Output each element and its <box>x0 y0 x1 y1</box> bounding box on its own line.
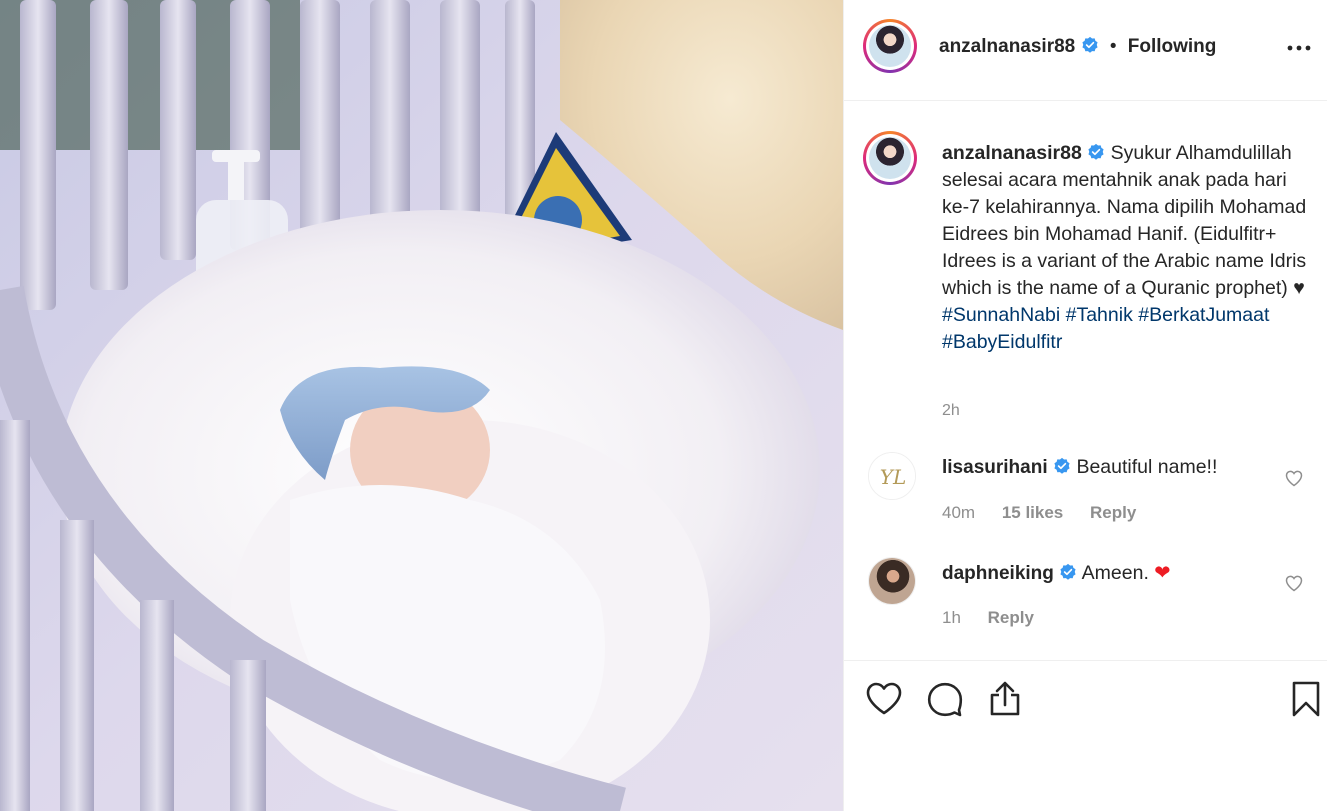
comment-like-heart-icon[interactable] <box>1284 573 1304 593</box>
verified-badge-icon <box>1081 36 1098 53</box>
post-photo[interactable] <box>0 0 843 811</box>
following-button[interactable]: Following <box>1128 36 1217 57</box>
comment-meta: 1h Reply <box>942 608 1056 628</box>
baby-crib-photo <box>0 0 843 811</box>
author-avatar[interactable] <box>863 19 917 73</box>
comment-time[interactable]: 1h <box>942 608 961 627</box>
verified-badge-icon <box>1054 457 1070 474</box>
more-options-icon[interactable] <box>1286 38 1312 58</box>
comment-like-heart-icon[interactable] <box>1284 468 1304 488</box>
comment-text: Beautiful name!! <box>1076 456 1218 478</box>
comment-time[interactable]: 40m <box>942 503 975 522</box>
avatar-photo <box>869 558 915 604</box>
comment-avatar[interactable] <box>868 557 916 605</box>
post-actions-bar <box>844 660 1327 811</box>
caption-heart-emoji: ♥ <box>1293 277 1305 299</box>
yl-logo-avatar: YL <box>869 453 915 499</box>
heart-icon[interactable] <box>864 679 904 719</box>
hashtag-sunnahnabi[interactable]: #SunnahNabi <box>942 304 1060 326</box>
verified-badge-icon <box>1060 563 1076 580</box>
red-heart-emoji: ❤ <box>1154 562 1171 584</box>
header-username-line: anzalnanasir88 • Following <box>939 36 1216 58</box>
header-username[interactable]: anzalnanasir88 <box>939 36 1075 57</box>
caption-text: Syukur Alhamdulillah selesai acara menta… <box>942 142 1307 299</box>
hashtag-babyeidulfitr[interactable]: #BabyEidulfitr <box>942 331 1062 353</box>
bookmark-icon[interactable] <box>1286 679 1326 719</box>
share-icon[interactable] <box>985 679 1025 719</box>
comment-body: daphneiking Ameen. ❤ <box>942 561 1171 585</box>
separator-dot: • <box>1109 36 1117 57</box>
reply-button[interactable]: Reply <box>1090 503 1136 522</box>
comment-username[interactable]: lisasurihani <box>942 457 1048 478</box>
instagram-post: anzalnanasir88 • Following anzalnanasir8… <box>0 0 1327 811</box>
hashtag-tahnik[interactable]: #Tahnik <box>1066 304 1133 326</box>
verified-badge-icon <box>1088 143 1104 160</box>
post-header: anzalnanasir88 • Following <box>844 0 1327 101</box>
caption-timestamp[interactable]: 2h <box>942 402 960 420</box>
comment-meta: 40m 15 likes Reply <box>942 503 1158 523</box>
comment-body: lisasurihani Beautiful name!! <box>942 456 1217 479</box>
avatar-photo <box>869 25 911 67</box>
reply-button[interactable]: Reply <box>988 608 1034 627</box>
caption-avatar[interactable] <box>863 131 917 185</box>
hashtag-berkatjumaat[interactable]: #BerkatJumaat <box>1138 304 1269 326</box>
avatar-photo <box>869 137 911 179</box>
comment-icon[interactable] <box>925 679 965 719</box>
caption-username[interactable]: anzalnanasir88 <box>942 142 1082 164</box>
caption: anzalnanasir88 Syukur Alhamdulillah sele… <box>942 140 1312 356</box>
comment-text: Ameen. <box>1081 562 1155 584</box>
comment-likes[interactable]: 15 likes <box>1002 503 1063 522</box>
comment-avatar[interactable]: YL <box>868 452 916 500</box>
comment-username[interactable]: daphneiking <box>942 563 1054 584</box>
post-side-panel: anzalnanasir88 • Following anzalnanasir8… <box>843 0 1327 811</box>
